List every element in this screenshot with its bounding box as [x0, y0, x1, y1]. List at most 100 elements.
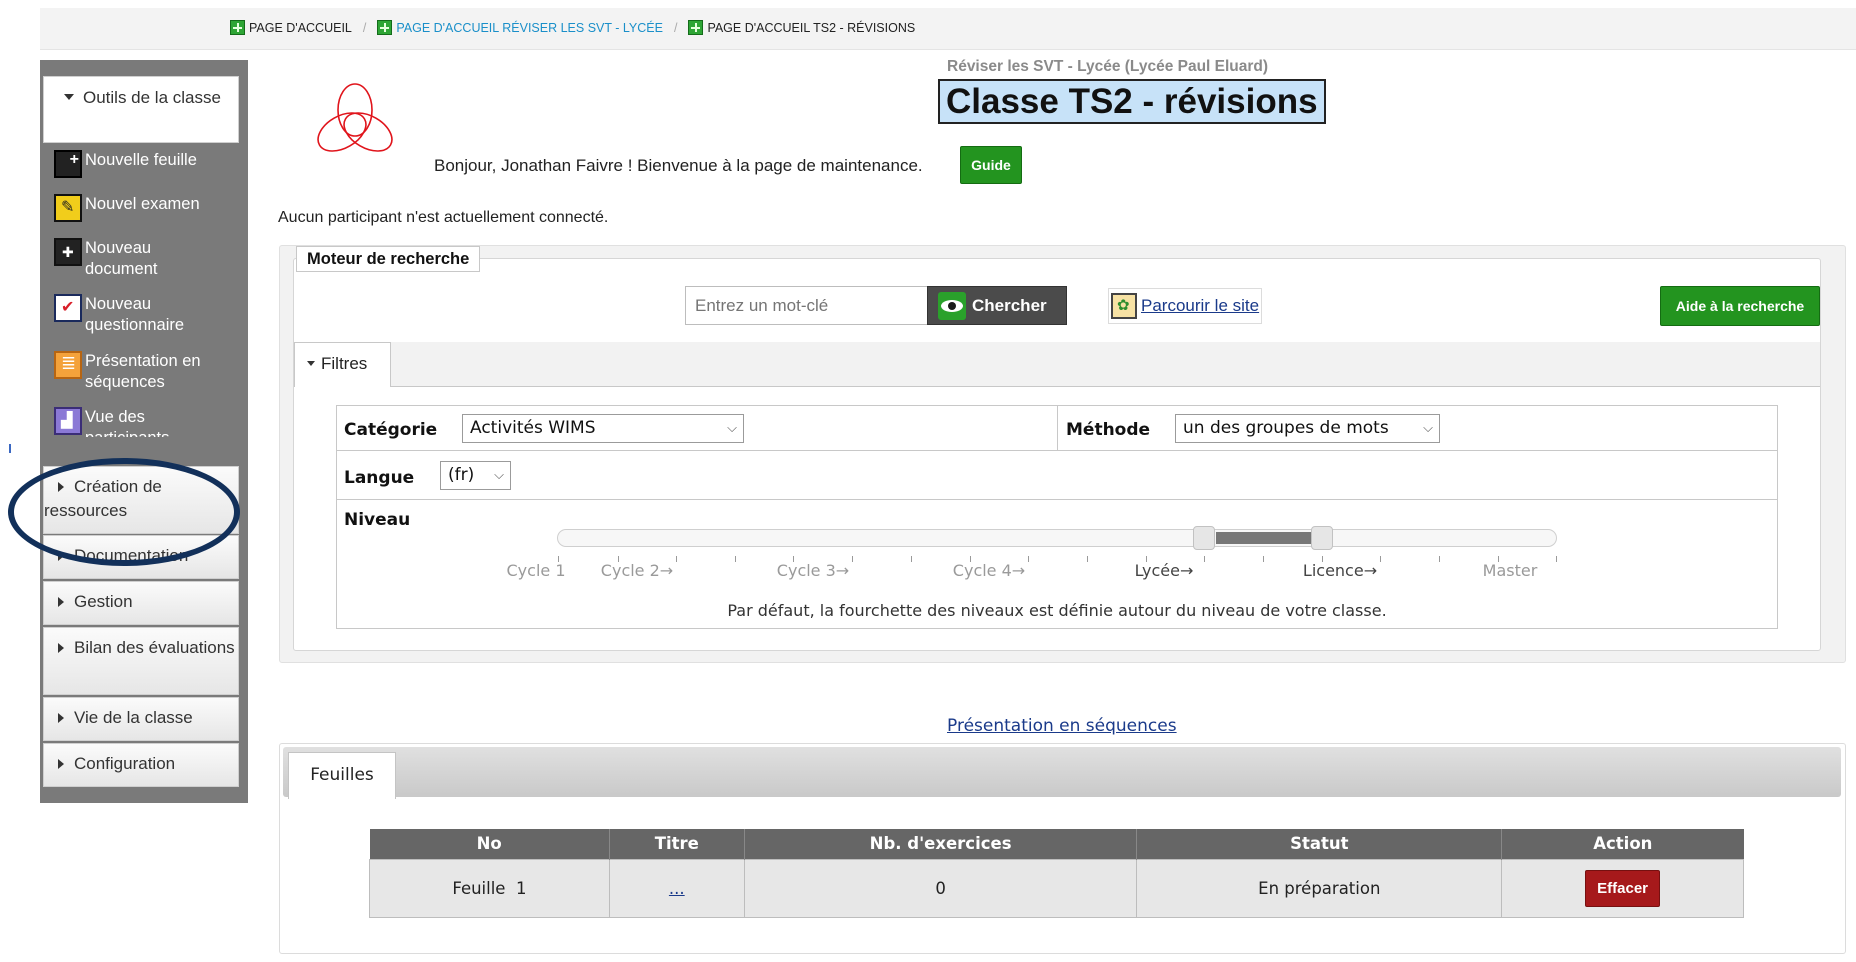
guide-button[interactable]: Guide [960, 146, 1022, 184]
sidebar-cat-management[interactable]: Gestion [43, 581, 239, 625]
breadcrumb-home[interactable]: PAGE D'ACCUEIL [230, 20, 352, 35]
search-button[interactable]: Chercher [927, 286, 1067, 325]
filters-row-divider [336, 450, 1778, 451]
sidebar-tool-participants[interactable]: Vue des participants [54, 407, 204, 437]
caret-right-icon [58, 712, 64, 723]
caret-down-icon [307, 360, 315, 366]
level-slider-range [1216, 532, 1324, 544]
column-header-exercises: Nb. d'exercices [744, 829, 1138, 859]
sidebar-cat-evaluations[interactable]: Bilan des évaluations [43, 627, 239, 695]
level-slider[interactable] [557, 529, 1557, 547]
level-tick [1263, 556, 1264, 562]
level-tick [1204, 556, 1205, 562]
level-tick [1087, 556, 1088, 562]
browse-site-link[interactable]: Parcourir le site [1108, 288, 1263, 324]
sidebar-header-tools[interactable]: Outils de la classe [43, 76, 239, 143]
breadcrumb-svt[interactable]: PAGE D'ACCUEIL RÉVISER LES SVT - LYCÉE [377, 20, 663, 35]
level-tick [1380, 556, 1381, 562]
level-label-master: Master [1482, 561, 1538, 580]
sidebar-cat-configuration[interactable]: Configuration [43, 743, 239, 787]
level-slider-handle-max[interactable] [1311, 526, 1333, 550]
caret-right-icon [58, 596, 64, 607]
search-input[interactable] [685, 286, 928, 325]
page-title: Classe TS2 - révisions [938, 79, 1326, 124]
level-tick [911, 556, 912, 562]
level-label-cycle2: Cycle 2→ [600, 561, 674, 580]
sidebar-tool-new-questionnaire[interactable]: Nouveau questionnaire [54, 294, 214, 336]
sheet-exercise-count: 0 [743, 858, 1138, 918]
participants-icon [54, 407, 82, 435]
new-document-icon [54, 238, 82, 266]
home-icon [230, 20, 245, 35]
sidebar-cat-resources[interactable]: Création de ressources [43, 466, 239, 534]
method-select[interactable]: un des groupes de mots ⌵ [1175, 414, 1440, 443]
caret-right-icon [58, 550, 64, 561]
level-slider-handle-min[interactable] [1193, 526, 1215, 550]
caret-right-icon [58, 481, 64, 492]
level-tick [852, 556, 853, 562]
wims-logo-icon [317, 83, 393, 152]
breadcrumb-separator: / [673, 20, 678, 35]
sidebar-tool-new-exam[interactable]: Nouvel examen [54, 194, 200, 222]
filters-tab[interactable]: Filtres [294, 342, 391, 387]
search-help-button[interactable]: Aide à la recherche [1660, 286, 1820, 326]
sheets-table: No Titre Nb. d'exercices Statut Action F… [369, 829, 1744, 918]
caret-down-icon [64, 94, 74, 101]
breadcrumb-separator: / [362, 20, 367, 35]
level-tick [1556, 556, 1557, 562]
sidebar-cat-documentation[interactable]: Documentation [43, 535, 239, 579]
table-header-row: No Titre Nb. d'exercices Statut Action [369, 829, 1744, 859]
language-select[interactable]: (fr) ⌵ [440, 461, 511, 490]
caret-right-icon [58, 642, 64, 653]
method-label: Méthode [1066, 420, 1151, 440]
new-exam-icon [54, 194, 82, 222]
sequences-icon [54, 351, 82, 379]
category-select[interactable]: Activités WIMS ⌵ [462, 414, 744, 443]
column-header-status: Statut [1136, 829, 1503, 859]
language-label: Langue [344, 468, 415, 488]
filters-col-divider [1057, 405, 1058, 450]
new-questionnaire-icon [54, 294, 82, 322]
level-tick [1439, 556, 1440, 562]
sidebar-tool-new-document[interactable]: Nouveau document [54, 238, 184, 280]
welcome-message: Bonjour, Jonathan Faivre ! Bienvenue à l… [434, 156, 923, 175]
sidebar-tool-sequences[interactable]: Présentation en séquences [54, 351, 234, 393]
new-sheet-icon [54, 149, 82, 178]
chevron-down-icon: ⌵ [1423, 421, 1433, 436]
column-header-title: Titre [609, 829, 745, 859]
sidebar: Outils de la classe Nouvelle feuille Nou… [40, 60, 248, 803]
tab-sheets[interactable]: Feuilles [288, 752, 396, 799]
category-label: Catégorie [344, 420, 438, 440]
eye-icon [938, 291, 966, 320]
sidebar-tool-new-sheet[interactable]: Nouvelle feuille [54, 149, 197, 178]
level-label-cycle3: Cycle 3→ [776, 561, 850, 580]
column-header-no: No [369, 829, 610, 859]
column-header-action: Action [1501, 829, 1744, 859]
home-icon [377, 20, 393, 35]
sheet-title-cell: ... [608, 858, 745, 918]
level-tick [1028, 556, 1029, 562]
connected-status: Aucun participant n'est actuellement con… [278, 209, 609, 226]
delete-button[interactable]: Effacer [1585, 869, 1660, 907]
filters-bar [391, 342, 1820, 387]
caret-right-icon [58, 758, 64, 769]
search-legend: Moteur de recherche [296, 246, 481, 272]
sheet-action-cell: Effacer [1501, 858, 1744, 918]
home-icon [688, 20, 704, 35]
level-label-licence: Licence→ [1302, 561, 1378, 580]
level-label-cycle4: Cycle 4→ [952, 561, 1026, 580]
level-tick [735, 556, 736, 562]
level-label: Niveau [344, 510, 411, 530]
filters-row-divider [336, 499, 1778, 500]
sheet-title-link[interactable]: ... [669, 879, 685, 898]
level-label-lycee: Lycée→ [1134, 561, 1194, 580]
breadcrumb-current: PAGE D'ACCUEIL TS2 - RÉVISIONS [688, 20, 915, 35]
table-row: Feuille 1 ... 0 En préparation Effacer [369, 858, 1744, 918]
sidebar-cat-class-life[interactable]: Vie de la classe [43, 697, 239, 741]
sequences-link[interactable]: Présentation en séquences [947, 716, 1177, 736]
map-icon [1111, 293, 1137, 319]
left-gutter [0, 0, 40, 962]
sheet-status: En préparation [1136, 858, 1503, 918]
level-label-cycle1: Cycle 1 [506, 561, 566, 580]
chevron-down-icon: ⌵ [727, 421, 737, 436]
